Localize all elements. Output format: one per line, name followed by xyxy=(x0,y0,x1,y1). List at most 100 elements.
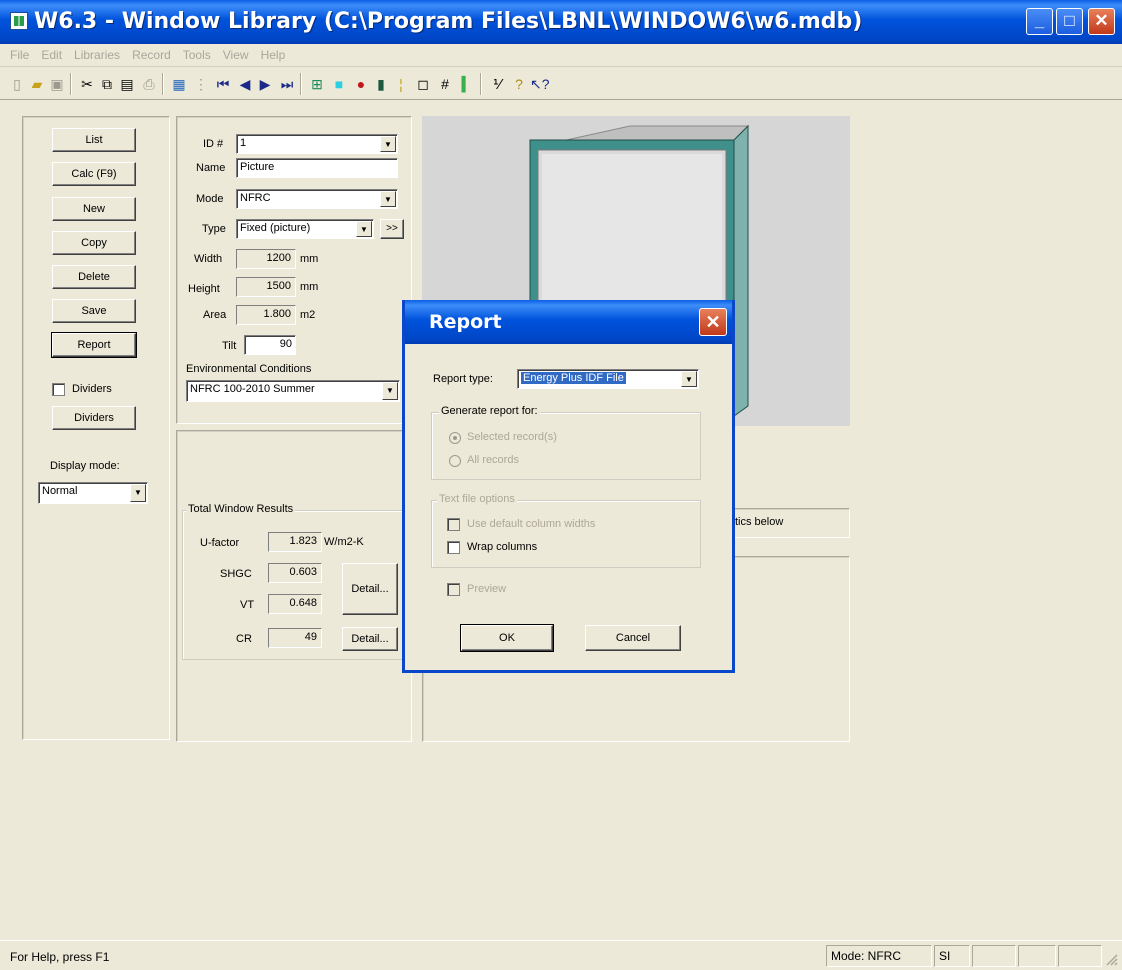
report-type-value: Energy Plus IDF File xyxy=(521,372,626,384)
graphics-options-text: tics below xyxy=(735,516,784,528)
chevron-down-icon[interactable]: ▼ xyxy=(356,221,372,237)
type-label: Type xyxy=(202,223,226,235)
next-record-icon[interactable]: ▶ xyxy=(256,75,274,93)
list-icon[interactable]: ⋮ xyxy=(192,75,210,93)
menu-edit[interactable]: Edit xyxy=(35,44,68,62)
calc-button[interactable]: Calc (F9) xyxy=(52,162,136,186)
title-bar[interactable]: W6.3 - Window Library (C:\Program Files\… xyxy=(0,0,1122,44)
cr-detail-button[interactable]: Detail... xyxy=(342,627,398,651)
status-bar: For Help, press F1 Mode: NFRC SI xyxy=(0,940,1122,970)
fraction-icon[interactable]: ⅟ xyxy=(488,75,506,93)
display-mode-label: Display mode: xyxy=(50,460,120,472)
list-button[interactable]: List xyxy=(52,128,136,152)
menu-view[interactable]: View xyxy=(217,44,255,62)
shading-icon[interactable]: ● xyxy=(352,75,370,93)
prev-record-icon[interactable]: ◀ xyxy=(236,75,254,93)
status-units: SI xyxy=(934,945,970,967)
chevron-down-icon[interactable]: ▼ xyxy=(681,371,697,387)
report-type-select[interactable]: Energy Plus IDF File ▼ xyxy=(517,369,699,389)
dividers-checkbox[interactable] xyxy=(52,383,65,396)
report-button[interactable]: Report xyxy=(51,332,137,358)
close-icon[interactable]: ✕ xyxy=(699,308,727,336)
all-records-radio[interactable] xyxy=(449,455,461,467)
shgc-label: SHGC xyxy=(220,568,252,580)
new-button[interactable]: New xyxy=(52,197,136,221)
first-record-icon[interactable]: ⏮ xyxy=(214,75,232,93)
chevron-down-icon[interactable]: ▼ xyxy=(130,484,146,502)
delete-button[interactable]: Delete xyxy=(52,265,136,289)
ufactor-label: U-factor xyxy=(200,537,240,549)
generate-report-group xyxy=(431,412,701,480)
type-more-button[interactable]: >> xyxy=(380,219,404,239)
context-help-icon[interactable]: ↖? xyxy=(530,75,550,93)
width-unit: mm xyxy=(300,253,319,265)
text-options-title: Text file options xyxy=(437,493,517,505)
cut-icon[interactable]: ✂ xyxy=(78,75,96,93)
report-dialog-titlebar[interactable]: Report ✕ xyxy=(405,300,732,344)
save-button[interactable]: Save xyxy=(52,299,136,323)
grid-icon[interactable]: ▦ xyxy=(170,75,188,93)
env-conditions-select[interactable]: NFRC 100-2010 Summer ▼ xyxy=(186,380,400,402)
gap-icon[interactable]: ¦ xyxy=(392,75,410,93)
dividers-checkbox-label: Dividers xyxy=(72,383,112,395)
status-cell-4 xyxy=(1018,945,1056,967)
last-record-icon[interactable]: ⏭ xyxy=(278,75,296,93)
id-select[interactable]: 1 ▼ xyxy=(236,134,398,154)
dividers-button[interactable]: Dividers xyxy=(52,406,136,430)
toolbar: ▯ ▰ ▣ ✂ ⧉ ▤ ⎙ ▦ ⋮ ⏮ ◀ ▶ ⏭ ⊞ ■ ● ▮ ¦ ◻ # … xyxy=(0,66,1122,100)
app-icon[interactable] xyxy=(10,12,28,30)
env-conditions-label: Environmental Conditions xyxy=(186,363,312,375)
chevron-down-icon[interactable]: ▼ xyxy=(380,191,396,207)
glass-icon[interactable]: ◻ xyxy=(414,75,432,93)
maximize-icon[interactable]: □ xyxy=(1056,8,1083,35)
divider-icon[interactable]: ▮ xyxy=(372,75,390,93)
paste-icon[interactable]: ▤ xyxy=(118,75,136,93)
menu-help[interactable]: Help xyxy=(255,44,292,62)
save-icon[interactable]: ▣ xyxy=(48,75,66,93)
print-icon[interactable]: ⎙ xyxy=(140,75,158,93)
menu-libraries[interactable]: Libraries xyxy=(68,44,126,62)
name-input[interactable]: Picture xyxy=(236,158,398,178)
use-default-widths-checkbox[interactable] xyxy=(447,518,460,531)
mode-label: Mode xyxy=(196,193,224,205)
wrap-columns-checkbox[interactable] xyxy=(447,541,460,554)
menu-record[interactable]: Record xyxy=(126,44,177,62)
tilt-input[interactable]: 90 xyxy=(244,335,296,355)
cancel-button[interactable]: Cancel xyxy=(585,625,681,651)
close-icon[interactable]: ✕ xyxy=(1088,8,1115,35)
resize-grip-icon[interactable] xyxy=(1104,951,1118,967)
glazing-icon[interactable]: ■ xyxy=(330,75,348,93)
chevron-down-icon[interactable]: ▼ xyxy=(380,136,396,152)
mode-select[interactable]: NFRC ▼ xyxy=(236,189,398,209)
type-select[interactable]: Fixed (picture) ▼ xyxy=(236,219,374,239)
display-mode-select[interactable]: Normal ▼ xyxy=(38,482,148,504)
copy-button[interactable]: Copy xyxy=(52,231,136,255)
help-icon[interactable]: ? xyxy=(510,75,528,93)
width-value: 1200 xyxy=(236,249,296,269)
bar-icon[interactable]: ▍ xyxy=(458,75,476,93)
open-icon[interactable]: ▰ xyxy=(28,75,46,93)
cr-value: 49 xyxy=(268,628,322,648)
use-default-widths-label: Use default column widths xyxy=(467,518,596,530)
status-help-text: For Help, press F1 xyxy=(10,950,110,964)
pane-count-icon[interactable]: # xyxy=(436,75,454,93)
menu-tools[interactable]: Tools xyxy=(177,44,217,62)
report-dialog-title: Report xyxy=(429,311,502,333)
height-value: 1500 xyxy=(236,277,296,297)
minimize-icon[interactable]: _ xyxy=(1026,8,1053,35)
status-cell-3 xyxy=(972,945,1016,967)
menu-file[interactable]: File xyxy=(0,44,35,62)
selected-records-label: Selected record(s) xyxy=(467,431,557,443)
ok-button[interactable]: OK xyxy=(460,624,554,652)
window-title: W6.3 - Window Library (C:\Program Files\… xyxy=(34,9,863,34)
new-icon[interactable]: ▯ xyxy=(8,75,26,93)
frame-icon[interactable]: ⊞ xyxy=(308,75,326,93)
copy-icon[interactable]: ⧉ xyxy=(98,75,116,93)
selected-records-radio[interactable] xyxy=(449,432,461,444)
all-records-label: All records xyxy=(467,454,519,466)
wrap-columns-label: Wrap columns xyxy=(467,541,538,553)
type-value: Fixed (picture) xyxy=(240,222,311,234)
chevron-down-icon[interactable]: ▼ xyxy=(382,382,398,400)
optical-detail-button[interactable]: Detail... xyxy=(342,563,398,615)
preview-checkbox[interactable] xyxy=(447,583,460,596)
